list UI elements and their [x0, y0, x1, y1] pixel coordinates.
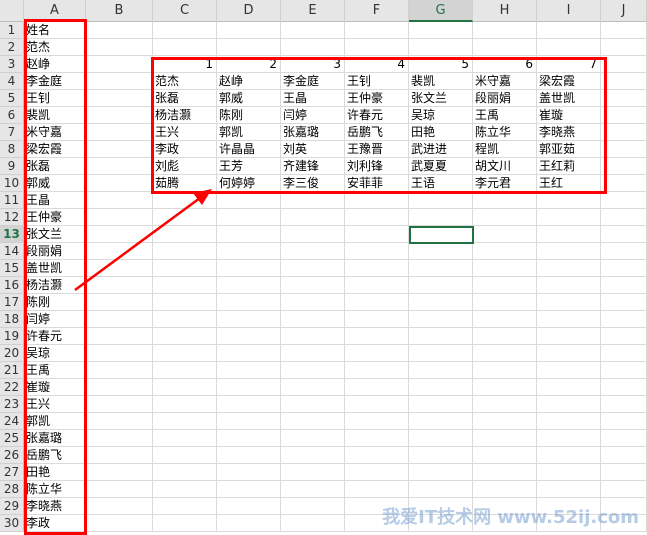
- watermark-logo: 我爱IT技术网 www.52ij.com: [382, 503, 639, 529]
- selected-cell-g13[interactable]: [409, 226, 474, 244]
- watermark-text: 我爱IT技术网 www.52ij.com: [382, 507, 639, 528]
- arrow-icon: [74, 189, 212, 292]
